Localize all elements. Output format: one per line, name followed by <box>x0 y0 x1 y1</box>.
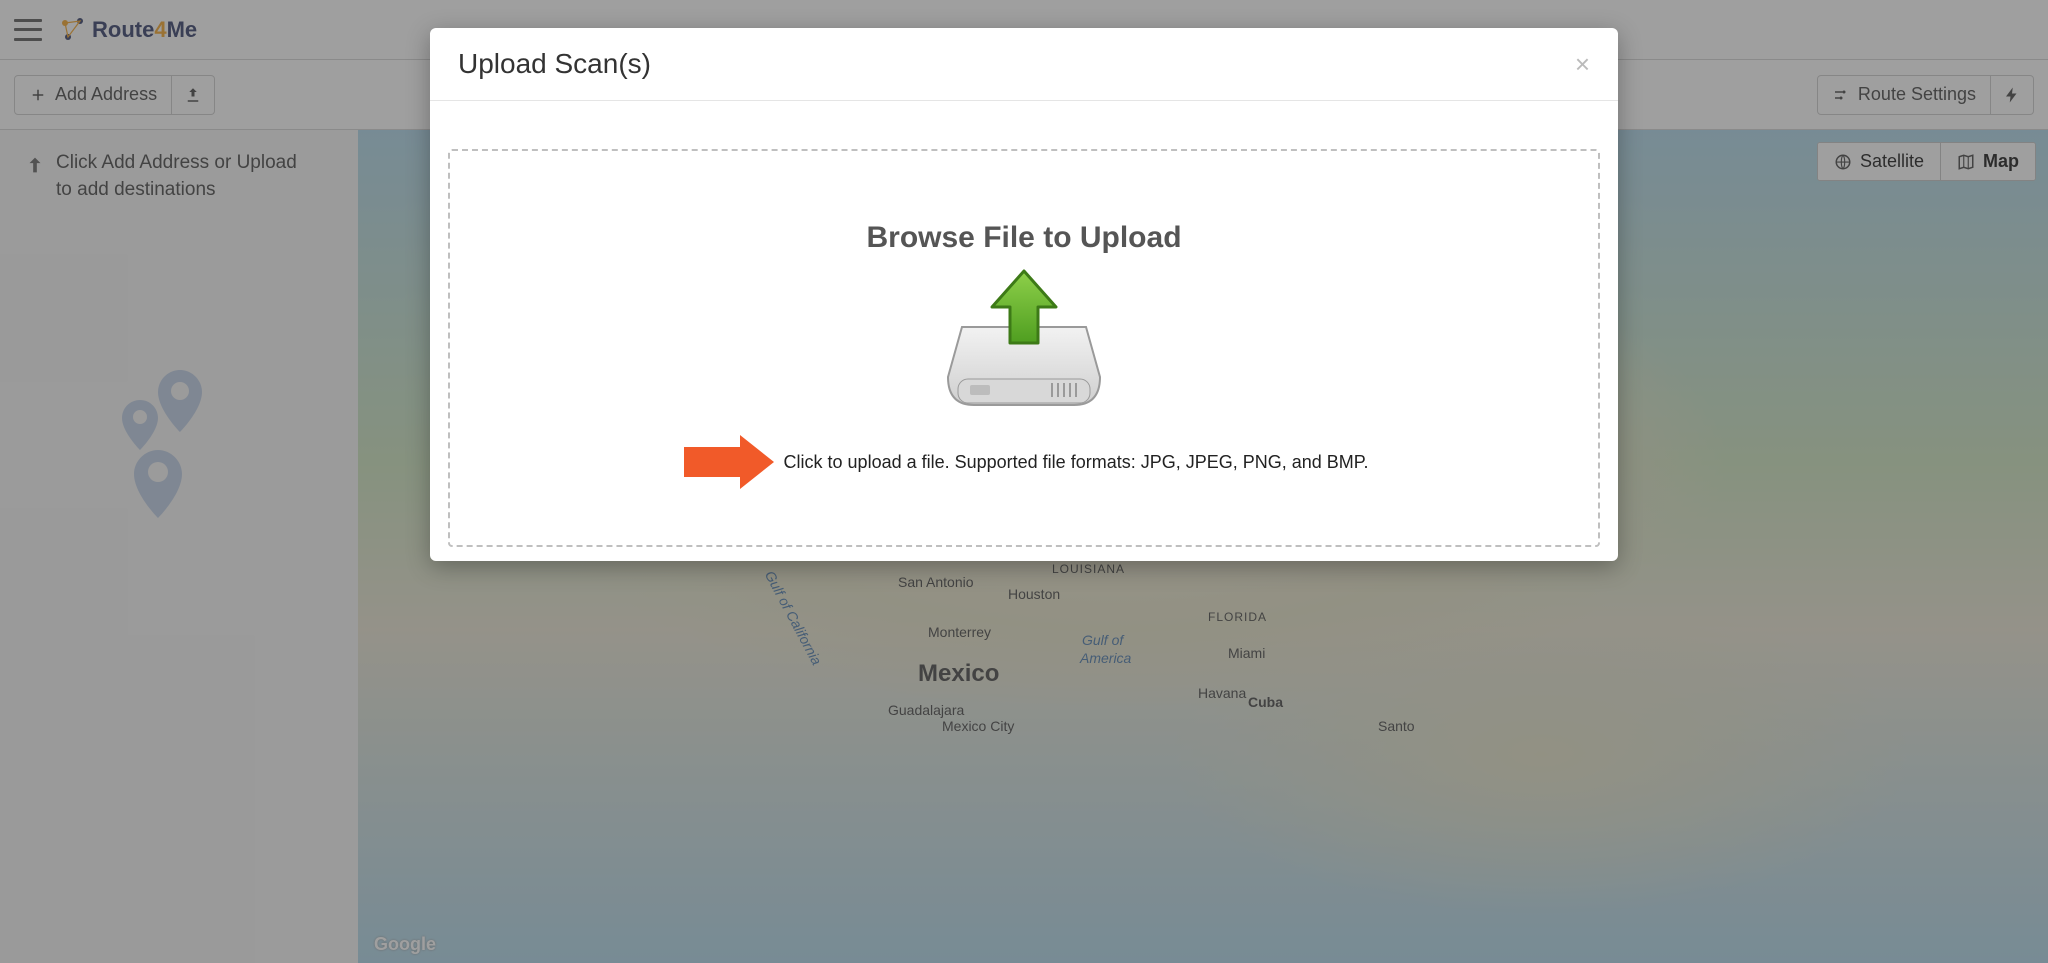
annotation-arrow-icon <box>680 433 776 491</box>
close-icon: × <box>1575 49 1590 79</box>
modal-title: Upload Scan(s) <box>458 48 651 80</box>
file-dropzone[interactable]: Browse File to Upload <box>448 149 1600 547</box>
modal-close-button[interactable]: × <box>1575 51 1590 77</box>
upload-drive-icon <box>944 267 1104 417</box>
modal-overlay[interactable]: Upload Scan(s) × Browse File to Upload <box>0 0 2048 963</box>
upload-scans-modal: Upload Scan(s) × Browse File to Upload <box>430 28 1618 561</box>
dropzone-caption: Click to upload a file. Supported file f… <box>784 452 1369 473</box>
dropzone-title: Browse File to Upload <box>866 221 1181 255</box>
dropzone-caption-row: Click to upload a file. Supported file f… <box>680 433 1369 491</box>
modal-body: Browse File to Upload <box>430 101 1618 561</box>
modal-header: Upload Scan(s) × <box>430 28 1618 101</box>
